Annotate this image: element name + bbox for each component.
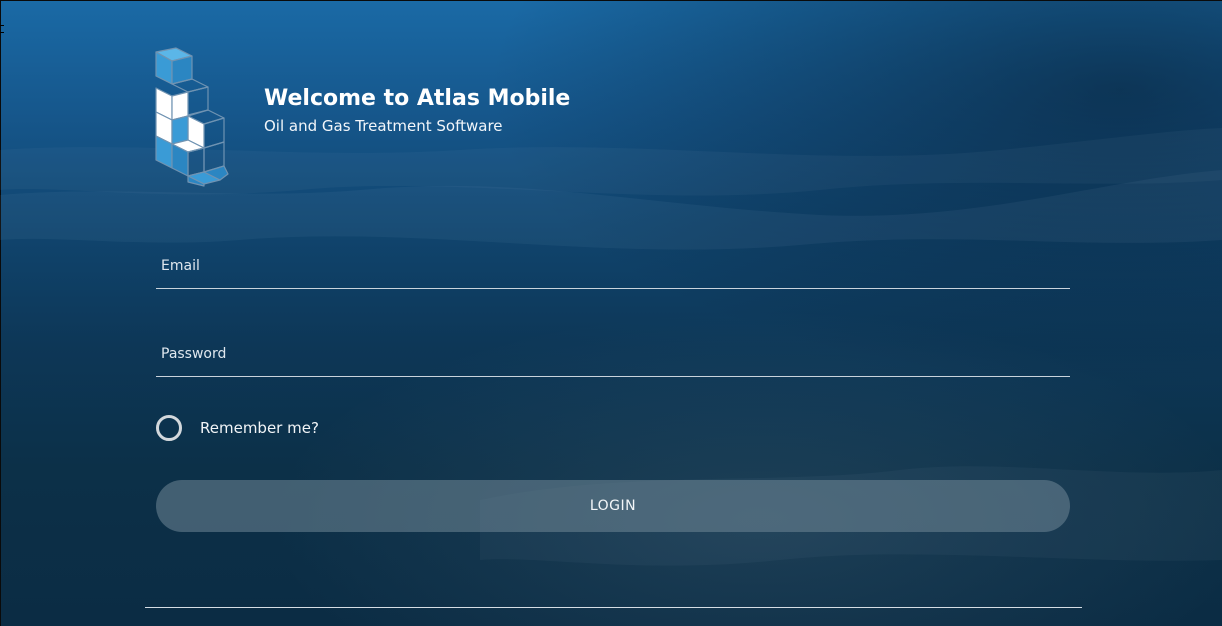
- remember-me-toggle[interactable]: Remember me?: [156, 412, 319, 444]
- page-title: Welcome to Atlas Mobile: [264, 86, 571, 111]
- login-button[interactable]: LOGIN: [156, 480, 1070, 532]
- header: Welcome to Atlas Mobile Oil and Gas Trea…: [264, 84, 570, 136]
- footer-divider: [145, 607, 1082, 608]
- stacked-cubes-logo-icon: [155, 47, 229, 187]
- login-button-label: LOGIN: [589, 498, 637, 514]
- window-top-border: [0, 0, 1222, 1]
- remember-me-label: Remember me?: [200, 419, 319, 437]
- page-subtitle: Oil and Gas Treatment Software: [264, 117, 503, 135]
- window-corner-mark: [0, 25, 4, 33]
- window-left-border: [0, 0, 1, 626]
- password-input[interactable]: [161, 340, 1061, 368]
- login-screen: Welcome to Atlas Mobile Oil and Gas Trea…: [0, 0, 1222, 626]
- password-field[interactable]: [156, 332, 1070, 377]
- email-input[interactable]: [161, 252, 1061, 280]
- email-field[interactable]: [156, 244, 1070, 289]
- remember-me-radio[interactable]: [156, 415, 182, 441]
